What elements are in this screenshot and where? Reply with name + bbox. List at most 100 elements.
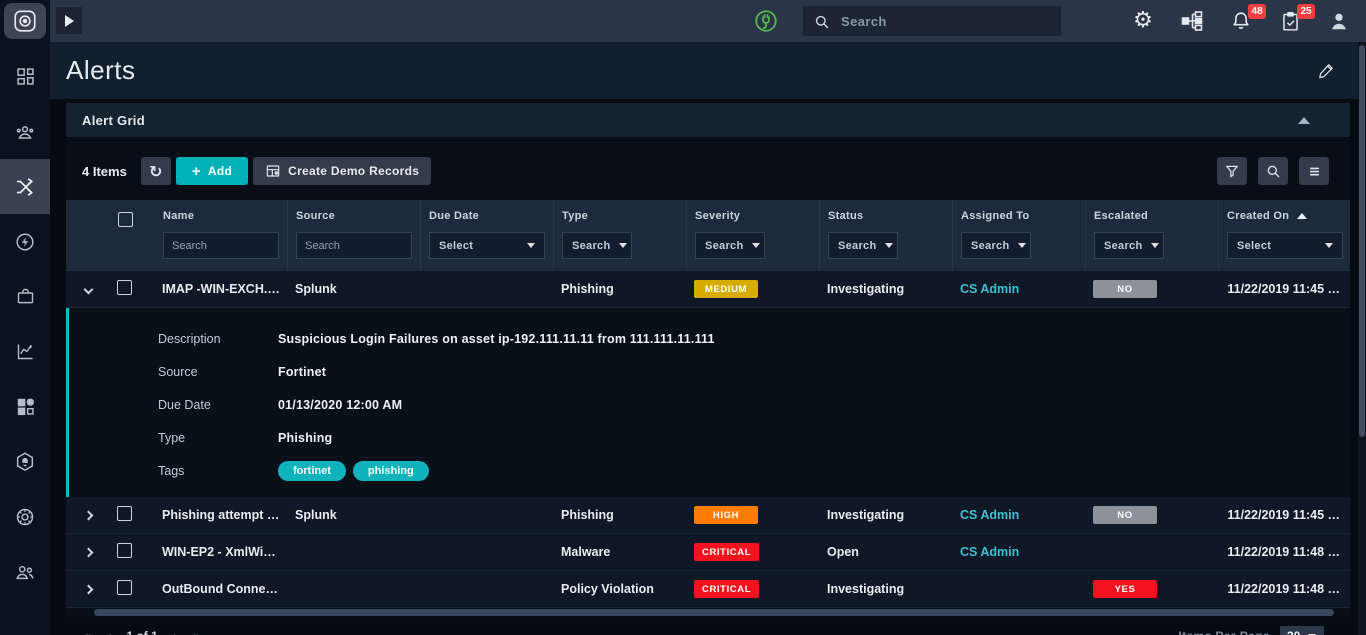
- search-toggle-button[interactable]: [1258, 157, 1288, 185]
- assigned-to-filter-select[interactable]: Search: [961, 232, 1031, 259]
- column-header-due-date[interactable]: Due Date Select: [421, 200, 554, 271]
- chevron-down-icon: [752, 243, 760, 248]
- app-logo[interactable]: [4, 3, 46, 39]
- create-demo-records-button[interactable]: Create Demo Records: [253, 157, 431, 185]
- collapse-panel-button[interactable]: [1298, 117, 1310, 124]
- sitemap-button[interactable]: [1179, 8, 1205, 34]
- severity-badge: CRITICAL: [694, 580, 759, 598]
- escalated-badge: YES: [1093, 580, 1157, 598]
- filter-toggle-button[interactable]: [1217, 157, 1247, 185]
- last-page-button[interactable]: »: [192, 628, 200, 635]
- refresh-button[interactable]: ↻: [141, 157, 171, 185]
- cell-name[interactable]: Phishing attempt o…: [155, 508, 288, 522]
- sidebar-item-threat-intel[interactable]: [0, 434, 50, 489]
- global-search-input[interactable]: [803, 6, 1061, 36]
- vertical-scrollbar-thumb[interactable]: [1359, 45, 1365, 437]
- sidebar-item-reports[interactable]: [0, 324, 50, 379]
- cell-type: Phishing: [554, 508, 687, 522]
- cell-assigned-to[interactable]: CS Admin: [953, 545, 1086, 559]
- row-checkbox[interactable]: [117, 506, 132, 521]
- nav-expand-button[interactable]: [56, 7, 82, 34]
- sidebar-item-users[interactable]: [0, 544, 50, 599]
- severity-filter-value: Search: [705, 240, 744, 252]
- column-header-type[interactable]: Type Search: [554, 200, 687, 271]
- items-per-page-label: Items Per Page: [1178, 629, 1270, 635]
- approvals-button[interactable]: 25: [1277, 8, 1303, 34]
- expand-row-icon[interactable]: [83, 511, 93, 521]
- status-filter-select[interactable]: Search: [828, 232, 898, 259]
- cell-assigned-to[interactable]: CS Admin: [953, 508, 1086, 522]
- lightning-circle-icon: [14, 231, 36, 253]
- column-header-name[interactable]: Name: [155, 200, 288, 271]
- prev-page-button[interactable]: ‹: [107, 628, 112, 635]
- select-all-checkbox[interactable]: [118, 212, 133, 227]
- menu-toggle-button[interactable]: [1299, 157, 1329, 185]
- plus-icon: +: [192, 164, 201, 179]
- type-filter-select[interactable]: Search: [562, 232, 632, 259]
- items-per-page-select[interactable]: 30: [1280, 626, 1324, 635]
- column-header-escalated[interactable]: Escalated Search: [1086, 200, 1219, 271]
- status-header-label: Status: [828, 210, 944, 222]
- sidebar-item-teams[interactable]: [0, 104, 50, 159]
- horizontal-scrollbar-thumb[interactable]: [94, 609, 1334, 616]
- next-page-button[interactable]: ›: [173, 628, 178, 635]
- row-checkbox[interactable]: [117, 543, 132, 558]
- sidebar-item-automation[interactable]: [0, 214, 50, 269]
- source-filter-input[interactable]: [296, 232, 412, 259]
- sidebar-item-cases[interactable]: [0, 269, 50, 324]
- page-title: Alerts: [66, 55, 135, 86]
- chevron-down-icon: [1325, 243, 1333, 248]
- table-header: Name Source Due Date Select: [66, 200, 1350, 271]
- system-health-button[interactable]: [753, 8, 779, 39]
- first-page-button[interactable]: «: [84, 628, 92, 635]
- due-date-filter-select[interactable]: Select: [429, 232, 545, 259]
- cell-name[interactable]: IMAP -WIN-EXCH.c…: [155, 282, 288, 296]
- chevron-down-icon: [1151, 243, 1159, 248]
- row-checkbox[interactable]: [117, 580, 132, 595]
- cell-type: Policy Violation: [554, 582, 687, 596]
- cell-source: Splunk: [288, 508, 421, 522]
- sidebar-item-connectors[interactable]: [0, 489, 50, 544]
- severity-filter-select[interactable]: Search: [695, 232, 765, 259]
- create-demo-label: Create Demo Records: [288, 164, 419, 178]
- table-row[interactable]: WIN-EP2 - XmlWin… Malware CRITICAL Open …: [66, 534, 1350, 571]
- due-date-filter-value: Select: [439, 240, 473, 252]
- sidebar-item-alerts[interactable]: [0, 159, 50, 214]
- detail-label: Description: [158, 332, 278, 346]
- edit-page-button[interactable]: [1317, 61, 1336, 80]
- tag-chip[interactable]: fortinet: [278, 461, 346, 481]
- severity-header-label: Severity: [695, 210, 811, 222]
- pagination: « ‹ 1 of 1 › »: [84, 628, 200, 635]
- column-header-severity[interactable]: Severity Search: [687, 200, 820, 271]
- play-icon: [65, 15, 74, 27]
- created-on-filter-select[interactable]: Select: [1227, 232, 1343, 259]
- collapse-row-icon[interactable]: [83, 285, 93, 295]
- cell-name[interactable]: WIN-EP2 - XmlWin…: [155, 545, 288, 559]
- cell-name[interactable]: OutBound Connecti…: [155, 582, 288, 596]
- table-row[interactable]: IMAP -WIN-EXCH.c… Splunk Phishing MEDIUM…: [66, 271, 1350, 308]
- name-filter-input[interactable]: [163, 232, 279, 259]
- topbar: ⚙ 48: [50, 0, 1366, 42]
- table-row[interactable]: Phishing attempt o… Splunk Phishing HIGH…: [66, 497, 1350, 534]
- detail-value: 01/13/2020 12:00 AM: [278, 398, 402, 412]
- add-button[interactable]: + Add: [176, 157, 248, 185]
- expand-row-icon[interactable]: [83, 548, 93, 558]
- column-header-source[interactable]: Source: [288, 200, 421, 271]
- teams-icon: [14, 121, 36, 143]
- column-header-status[interactable]: Status Search: [820, 200, 953, 271]
- column-header-assigned-to[interactable]: Assigned To Search: [953, 200, 1086, 271]
- escalated-filter-select[interactable]: Search: [1094, 232, 1164, 259]
- column-header-created-on[interactable]: Created On Select: [1219, 200, 1350, 271]
- notifications-button[interactable]: 48: [1228, 8, 1254, 34]
- tag-chip[interactable]: phishing: [353, 461, 429, 481]
- cell-assigned-to[interactable]: CS Admin: [953, 282, 1086, 296]
- sidebar-item-dashboard[interactable]: [0, 49, 50, 104]
- row-checkbox[interactable]: [117, 280, 132, 295]
- settings-button[interactable]: ⚙: [1130, 8, 1156, 34]
- sidebar-item-widgets[interactable]: [0, 379, 50, 434]
- detail-value: Phishing: [278, 431, 332, 445]
- table-row[interactable]: OutBound Connecti… Policy Violation CRIT…: [66, 571, 1350, 608]
- expand-row-icon[interactable]: [83, 585, 93, 595]
- user-menu-button[interactable]: [1326, 8, 1352, 34]
- wheel-icon: [14, 506, 36, 528]
